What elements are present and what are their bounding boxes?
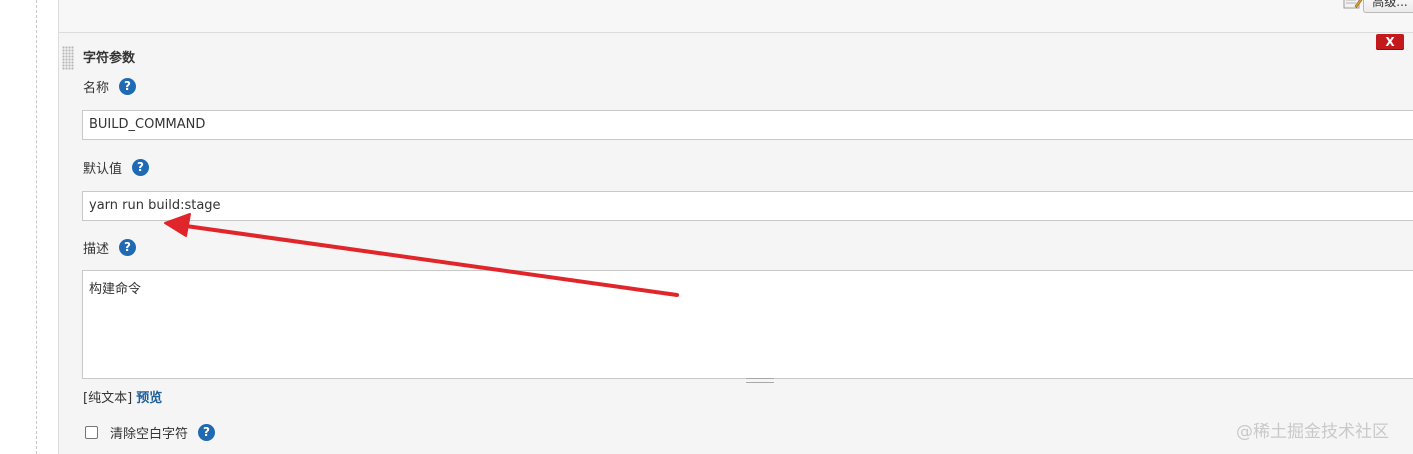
name-label: 名称 [83, 81, 110, 96]
watermark: @稀土掘金技术社区 [1236, 422, 1389, 442]
description-label-row: 描述 ? [83, 238, 137, 257]
notepad-icon[interactable] [1343, 0, 1363, 10]
description-textarea[interactable]: 构建命令 [82, 270, 1413, 379]
advanced-button[interactable]: 高级... [1363, 0, 1413, 13]
textarea-resize-handle[interactable] [746, 378, 774, 383]
help-icon[interactable]: ? [132, 159, 150, 176]
trim-label: 清除空白字符 [110, 427, 189, 442]
default-value-label-row: 默认值 ? [83, 158, 150, 177]
name-field-label-row: 名称 ? [83, 77, 137, 96]
previous-section-footer: 高级... [58, 0, 1413, 33]
dashed-guide-line [36, 0, 37, 454]
description-label: 描述 [83, 242, 110, 257]
format-plain-text-label: [纯文本] [83, 391, 133, 406]
name-input[interactable]: BUILD_COMMAND [82, 110, 1413, 140]
drag-handle[interactable] [62, 46, 74, 70]
trim-option-row: 清除空白字符 ? [85, 423, 216, 442]
format-row: [纯文本] 预览 [83, 387, 162, 406]
delete-parameter-button[interactable]: X [1376, 34, 1404, 50]
string-parameter-panel [58, 33, 1413, 454]
help-icon[interactable]: ? [119, 78, 137, 95]
default-value-input[interactable]: yarn run build:stage [82, 191, 1413, 221]
preview-link[interactable]: 预览 [136, 391, 162, 406]
default-value-label: 默认值 [83, 162, 123, 177]
help-icon[interactable]: ? [119, 239, 137, 256]
section-title: 字符参数 [83, 51, 136, 66]
help-icon[interactable]: ? [198, 424, 216, 441]
jenkins-config-page: 高级... X 字符参数 名称 ? BUILD_COMMAND 默认值 ? ya… [0, 0, 1413, 454]
trim-checkbox[interactable] [85, 426, 98, 439]
